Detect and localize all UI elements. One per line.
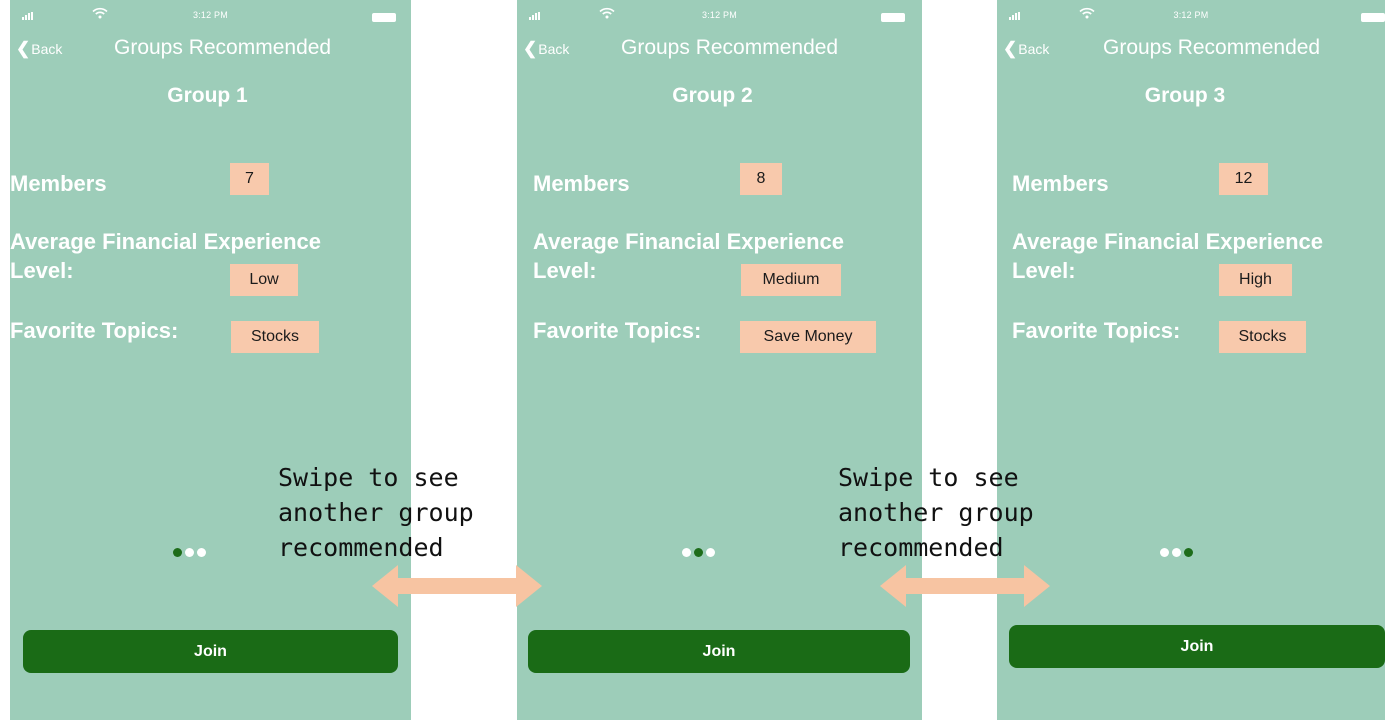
nav-title: Groups Recommended — [114, 36, 332, 59]
members-value: 7 — [230, 163, 269, 195]
status-time: 3:12 PM — [193, 10, 228, 20]
topic-value: Stocks — [1219, 321, 1306, 353]
page-dot-1[interactable] — [682, 548, 691, 557]
join-button[interactable]: Join — [23, 630, 398, 673]
back-chevron-icon: ❮ — [1003, 39, 1018, 58]
page-indicator[interactable] — [682, 548, 715, 557]
status-time: 3:12 PM — [1173, 10, 1209, 20]
back-button[interactable]: ❮ Back — [1003, 39, 1049, 59]
page-indicator[interactable] — [173, 548, 206, 557]
experience-label-line1: Average Financial Experience — [533, 229, 844, 254]
join-button[interactable]: Join — [1009, 625, 1385, 668]
swipe-annotation-2: Swipe to see another group recommended — [838, 463, 1034, 562]
back-button[interactable]: ❮ Back — [523, 39, 569, 59]
experience-label-line2: Level: — [10, 258, 74, 283]
page-dot-1[interactable] — [1160, 548, 1169, 557]
group-title: Group 3 — [1144, 84, 1226, 107]
status-bar: 3:12 PM — [10, 0, 411, 30]
status-bar: 3:12 PM — [997, 0, 1385, 30]
battery-icon — [372, 13, 396, 22]
experience-label-line1: Average Financial Experience — [1012, 229, 1323, 254]
topics-label: Favorite Topics: — [10, 318, 179, 343]
topics-label: Favorite Topics: — [533, 318, 702, 343]
group-title: Group 1 — [167, 84, 248, 107]
back-chevron-icon: ❮ — [16, 39, 31, 58]
experience-label-line1: Average Financial Experience — [10, 229, 321, 254]
back-label: Back — [1018, 41, 1050, 57]
members-label: Members — [10, 171, 107, 196]
battery-icon — [881, 13, 905, 22]
experience-value: Medium — [741, 264, 841, 296]
phone-screen-group-1: 3:12 PM ❮ Back Groups Recommended Group … — [10, 0, 411, 720]
page-dot-2[interactable] — [1172, 548, 1181, 557]
back-chevron-icon: ❮ — [523, 39, 538, 58]
phone-screen-group-3: 3:12 PM ❮ Back Groups Recommended Group … — [997, 0, 1385, 720]
members-label: Members — [1012, 171, 1109, 196]
page-dot-3[interactable] — [197, 548, 206, 557]
topic-value: Save Money — [740, 321, 876, 353]
members-value: 8 — [740, 163, 782, 195]
experience-value: High — [1219, 264, 1292, 296]
experience-label-line2: Level: — [1012, 258, 1076, 283]
battery-icon — [1361, 13, 1385, 22]
back-button[interactable]: ❮ Back — [16, 39, 62, 59]
swipe-annotation-1: Swipe to see another group recommended — [278, 463, 474, 562]
status-bar: 3:12 PM — [517, 0, 922, 30]
page-dot-2[interactable] — [185, 548, 194, 557]
double-arrow-icon — [372, 565, 542, 607]
back-label: Back — [538, 41, 570, 57]
nav-title: Groups Recommended — [621, 36, 839, 59]
members-value: 12 — [1219, 163, 1268, 195]
experience-label-line2: Level: — [533, 258, 597, 283]
page-dot-1[interactable] — [173, 548, 182, 557]
topic-value: Stocks — [231, 321, 319, 353]
double-arrow-icon — [880, 565, 1050, 607]
page-dot-3[interactable] — [1184, 548, 1193, 557]
members-label: Members — [533, 171, 630, 196]
page-dot-2[interactable] — [694, 548, 703, 557]
nav-title: Groups Recommended — [1103, 36, 1321, 59]
join-button[interactable]: Join — [528, 630, 910, 673]
experience-value: Low — [230, 264, 298, 296]
status-time: 3:12 PM — [702, 10, 737, 20]
page-dot-3[interactable] — [706, 548, 715, 557]
back-label: Back — [31, 41, 63, 57]
group-title: Group 2 — [672, 84, 753, 107]
phone-screen-group-2: 3:12 PM ❮ Back Groups Recommended Group … — [517, 0, 922, 720]
page-indicator[interactable] — [1160, 548, 1193, 557]
topics-label: Favorite Topics: — [1012, 318, 1181, 343]
